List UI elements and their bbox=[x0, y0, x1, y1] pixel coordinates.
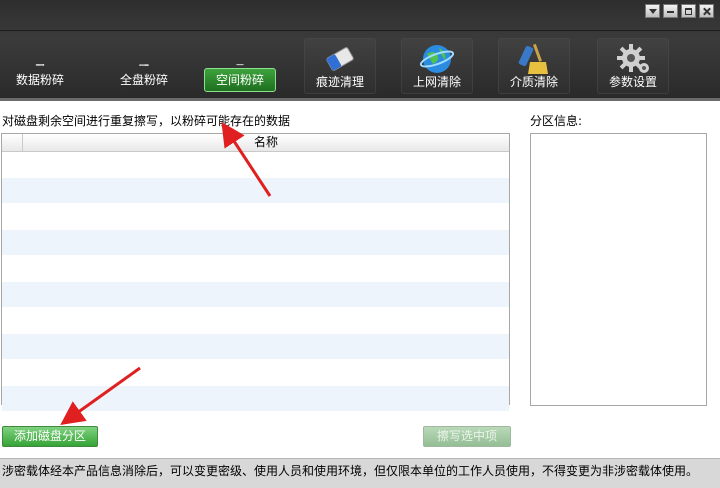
gear-icon bbox=[617, 44, 649, 73]
page-description: 对磁盘剩余空间进行重复擦写，以粉碎可能存在的数据 bbox=[2, 114, 291, 128]
partition-info-panel bbox=[530, 133, 707, 406]
tab-trace-clean[interactable]: 痕迹清理 bbox=[304, 38, 376, 94]
partition-table[interactable]: 名称 bbox=[1, 133, 510, 412]
tab-space-shred[interactable]: 空间粉碎 bbox=[204, 38, 276, 94]
tab-label: 上网清除 bbox=[412, 75, 461, 89]
table-row[interactable] bbox=[2, 308, 509, 334]
globe-icon bbox=[419, 45, 455, 73]
usb-broom-icon bbox=[518, 43, 548, 74]
header-checkbox-column[interactable] bbox=[2, 134, 23, 151]
table-row[interactable] bbox=[2, 334, 509, 360]
table-row[interactable] bbox=[2, 178, 509, 204]
status-bar: 涉密载体经本产品信息消除后，可以变更密级、使用人员和使用环境，但仅限本单位的工作… bbox=[0, 458, 720, 488]
table-row[interactable] bbox=[2, 230, 509, 256]
tab-label: 参数设置 bbox=[608, 75, 657, 89]
tab-label: 数据粉碎 bbox=[15, 73, 64, 87]
tab-media-clean[interactable]: 介质清除 bbox=[498, 38, 570, 94]
tab-internet-clean[interactable]: 上网清除 bbox=[401, 38, 473, 94]
menu-dropdown-icon[interactable] bbox=[645, 4, 660, 18]
partition-info-label: 分区信息: bbox=[530, 114, 583, 128]
tab-label: 痕迹清理 bbox=[315, 75, 364, 89]
tab-label: 全盘粉碎 bbox=[119, 73, 168, 87]
table-row[interactable] bbox=[2, 152, 509, 178]
table-row[interactable] bbox=[2, 386, 509, 412]
toolbar: 数据粉碎 全盘粉碎 空间粉碎 痕迹清理 上网清除 介质清除 参数设置 bbox=[0, 0, 720, 101]
tab-settings[interactable]: 参数设置 bbox=[597, 38, 669, 94]
table-row[interactable] bbox=[2, 204, 509, 230]
column-header-name[interactable]: 名称 bbox=[23, 134, 509, 151]
table-header: 名称 bbox=[2, 134, 509, 152]
tab-label: 介质清除 bbox=[509, 75, 558, 89]
tab-full-disk-shred[interactable]: 全盘粉碎 bbox=[108, 38, 180, 94]
wipe-selected-button[interactable]: 擦写选中项 bbox=[423, 426, 511, 447]
close-icon[interactable] bbox=[699, 4, 714, 18]
table-row[interactable] bbox=[2, 256, 509, 282]
eraser-icon bbox=[326, 47, 354, 71]
tab-data-shred[interactable]: 数据粉碎 bbox=[4, 38, 76, 94]
table-row[interactable] bbox=[2, 282, 509, 308]
window-controls bbox=[645, 4, 714, 18]
minimize-icon[interactable] bbox=[663, 4, 678, 18]
tab-label: 空间粉碎 bbox=[215, 73, 264, 87]
table-row[interactable] bbox=[2, 360, 509, 386]
add-partition-button[interactable]: 添加磁盘分区 bbox=[2, 426, 98, 447]
maximize-icon[interactable] bbox=[681, 4, 696, 18]
